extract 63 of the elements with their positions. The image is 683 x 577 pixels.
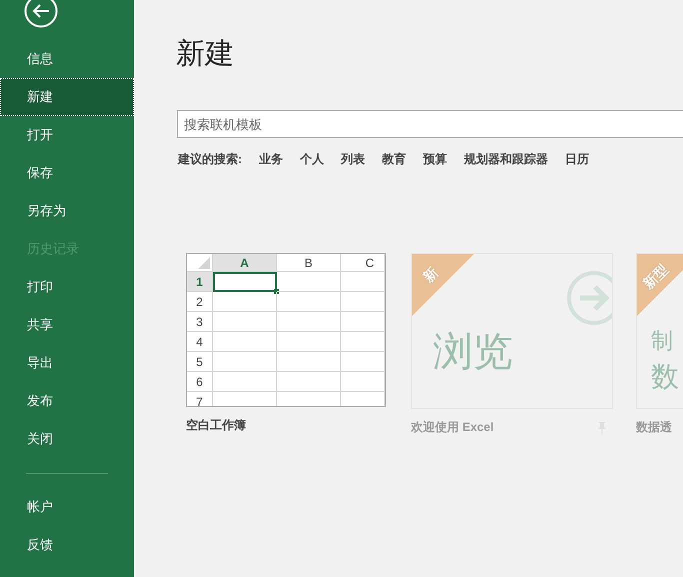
menu-item[interactable]: 信息 xyxy=(0,40,134,78)
menu-item[interactable]: 发布 xyxy=(0,382,134,420)
grid-cell xyxy=(341,372,385,392)
search-link[interactable]: 预算 xyxy=(423,151,447,168)
search-link[interactable]: 规划器和跟踪器 xyxy=(464,151,548,168)
grid-cell xyxy=(341,332,385,352)
menu-item[interactable]: 共享 xyxy=(0,306,134,344)
search-link[interactable]: 日历 xyxy=(565,151,589,168)
grid-cell xyxy=(277,312,341,332)
grid-cell xyxy=(341,292,385,312)
template-caption: 欢迎使用 Excel xyxy=(411,419,494,436)
row-header: 3 xyxy=(187,312,213,332)
corner-ribbon xyxy=(637,254,683,316)
row-header: 6 xyxy=(187,372,213,392)
suggested-searches-label: 建议的搜索: xyxy=(178,151,242,168)
search-field[interactable]: 搜索联机模板 xyxy=(177,110,683,138)
grid-cell xyxy=(213,332,277,352)
search-link[interactable]: 个人 xyxy=(300,151,324,168)
column-header: A xyxy=(213,254,277,272)
row-header: 2 xyxy=(187,292,213,312)
column-header: B xyxy=(277,254,341,272)
ribbon-label: 新 xyxy=(420,264,442,286)
search-link[interactable]: 教育 xyxy=(382,151,406,168)
blank-workbook-thumbnail[interactable]: A B C 1 2 3 4 5 6 7 xyxy=(186,253,386,407)
menu-item[interactable]: 反馈 xyxy=(0,526,134,564)
active-cell xyxy=(213,272,277,292)
row-header: 7 xyxy=(187,392,213,406)
menu-item[interactable]: 另存为 xyxy=(0,192,134,230)
grid-cell xyxy=(213,372,277,392)
grid-cell xyxy=(213,352,277,372)
page-title: 新建 xyxy=(176,37,235,72)
grid-cell xyxy=(213,292,277,312)
grid-cell xyxy=(277,332,341,352)
menu-item[interactable]: 保存 xyxy=(0,154,134,192)
search-link[interactable]: 列表 xyxy=(341,151,365,168)
grid-cell xyxy=(341,352,385,372)
back-icon[interactable] xyxy=(24,0,58,28)
select-all-icon xyxy=(198,257,210,269)
grid-cell xyxy=(277,372,341,392)
column-header: C xyxy=(341,254,385,272)
template-title: 制 xyxy=(651,327,674,355)
search-link[interactable]: 业务 xyxy=(259,151,283,168)
template-title: 数 xyxy=(651,360,679,394)
template-caption: 空白工作簿 xyxy=(186,417,246,434)
ribbon-label: 新型 xyxy=(640,260,672,294)
grid-cell xyxy=(277,272,341,292)
grid-cell xyxy=(341,312,385,332)
row-header: 1 xyxy=(187,272,213,292)
row-header: 5 xyxy=(187,352,213,372)
menu-item[interactable]: 关闭 xyxy=(0,420,134,458)
menu-item[interactable]: 打印 xyxy=(0,268,134,306)
grid-cell xyxy=(277,352,341,372)
menu-item[interactable]: 导出 xyxy=(0,344,134,382)
menu-item[interactable]: 打开 xyxy=(0,116,134,154)
corner-ribbon xyxy=(412,254,474,316)
row-header: 4 xyxy=(187,332,213,352)
grid-cell xyxy=(213,312,277,332)
menu-item[interactable]: 帐户 xyxy=(0,488,134,526)
grid-cell xyxy=(341,272,385,292)
template-title: 浏览 xyxy=(433,329,513,376)
menu-item[interactable]: 新建 xyxy=(0,78,134,116)
template-caption: 数据透 xyxy=(636,419,672,436)
grid-cell xyxy=(277,292,341,312)
